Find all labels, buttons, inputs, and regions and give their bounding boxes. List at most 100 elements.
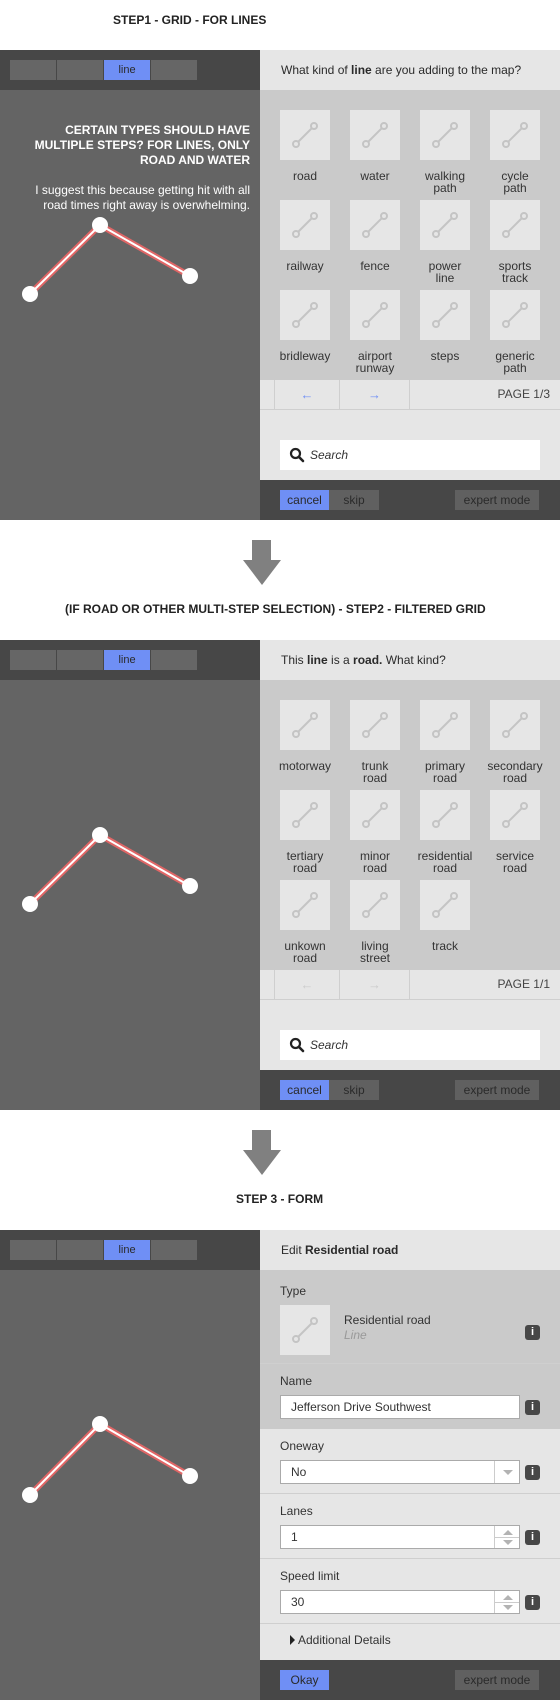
preset-item[interactable]: generic path xyxy=(480,290,550,374)
preset-tile[interactable] xyxy=(420,790,470,840)
mode-button-area[interactable] xyxy=(57,1240,103,1260)
decrement-icon[interactable] xyxy=(503,1605,513,1610)
mode-button-point[interactable] xyxy=(10,1240,56,1260)
additional-details-toggle[interactable]: Additional Details xyxy=(290,1633,391,1647)
preset-item[interactable]: airport runway xyxy=(340,290,410,374)
info-icon[interactable]: i xyxy=(525,1465,540,1480)
preset-tile[interactable] xyxy=(490,290,540,340)
preset-item[interactable]: residential road xyxy=(410,790,480,874)
type-preset-button[interactable] xyxy=(280,1305,330,1355)
search-box[interactable] xyxy=(280,1030,540,1060)
preset-tile[interactable] xyxy=(490,110,540,160)
preset-item[interactable]: service road xyxy=(480,790,550,874)
cancel-button[interactable]: cancel xyxy=(280,1080,329,1100)
next-page-button[interactable]: → xyxy=(339,380,410,409)
mode-button-line[interactable]: line xyxy=(104,60,150,80)
next-page-button[interactable]: → xyxy=(339,970,410,999)
map-area[interactable] xyxy=(0,1230,260,1700)
preset-tile[interactable] xyxy=(490,200,540,250)
preset-tile[interactable] xyxy=(420,880,470,930)
search-box[interactable] xyxy=(280,440,540,470)
expert-mode-button[interactable]: expert mode xyxy=(455,1670,539,1690)
skip-button[interactable]: skip xyxy=(329,1080,379,1100)
info-icon[interactable]: i xyxy=(525,1325,540,1340)
preset-tile[interactable] xyxy=(280,110,330,160)
preset-item[interactable]: walking path xyxy=(410,110,480,194)
preset-tile[interactable] xyxy=(280,290,330,340)
preset-tile[interactable] xyxy=(280,880,330,930)
mode-button-point[interactable] xyxy=(10,60,56,80)
preset-tile[interactable] xyxy=(350,790,400,840)
preset-item[interactable]: bridleway xyxy=(270,290,340,362)
preset-item[interactable]: railway xyxy=(270,200,340,272)
preset-item[interactable]: fence xyxy=(340,200,410,272)
decrement-icon[interactable] xyxy=(503,1540,513,1545)
preset-tile[interactable] xyxy=(350,290,400,340)
mode-button-area[interactable] xyxy=(57,60,103,80)
lanes-stepper[interactable]: 1 xyxy=(280,1525,520,1549)
preset-item[interactable]: motorway xyxy=(270,700,340,772)
expert-mode-button[interactable]: expert mode xyxy=(455,490,539,510)
mode-button-line[interactable]: line xyxy=(104,650,150,670)
preset-item[interactable]: living street xyxy=(340,880,410,964)
drawn-line[interactable] xyxy=(0,50,260,520)
preset-item[interactable]: sports track xyxy=(480,200,550,284)
sidebar-header: This line is a road. What kind? xyxy=(260,640,560,680)
preset-item[interactable]: steps xyxy=(410,290,480,362)
preset-tile[interactable] xyxy=(420,700,470,750)
search-input[interactable] xyxy=(310,440,530,470)
oneway-select[interactable]: No xyxy=(280,1460,520,1484)
search-input[interactable] xyxy=(310,1030,530,1060)
preset-item[interactable]: cycle path xyxy=(480,110,550,194)
preset-tile[interactable] xyxy=(280,790,330,840)
preset-tile[interactable] xyxy=(490,790,540,840)
dropdown-toggle[interactable] xyxy=(494,1461,519,1483)
preset-tile[interactable] xyxy=(350,110,400,160)
preset-tile[interactable] xyxy=(350,700,400,750)
name-input[interactable]: Jefferson Drive Southwest xyxy=(280,1395,520,1419)
preset-item[interactable]: road xyxy=(270,110,340,182)
drawn-line[interactable] xyxy=(0,1230,260,1700)
prev-page-button[interactable]: ← xyxy=(274,970,339,999)
preset-tile[interactable] xyxy=(350,200,400,250)
preset-tile[interactable] xyxy=(280,200,330,250)
info-icon[interactable]: i xyxy=(525,1595,540,1610)
mode-button-other[interactable] xyxy=(151,650,197,670)
preset-tile[interactable] xyxy=(350,880,400,930)
preset-tile[interactable] xyxy=(420,200,470,250)
preset-item[interactable]: water xyxy=(340,110,410,182)
speed-limit-stepper[interactable]: 30 xyxy=(280,1590,520,1614)
skip-button[interactable]: skip xyxy=(329,490,379,510)
okay-button[interactable]: Okay xyxy=(280,1670,329,1690)
cancel-button[interactable]: cancel xyxy=(280,490,329,510)
preset-item[interactable]: tertiary road xyxy=(270,790,340,874)
map-area[interactable]: CERTAIN TYPES SHOULD HAVE MULTIPLE STEPS… xyxy=(0,50,260,520)
preset-item[interactable]: unkown road xyxy=(270,880,340,964)
preset-tile[interactable] xyxy=(490,700,540,750)
mode-button-line[interactable]: line xyxy=(104,1240,150,1260)
mode-button-other[interactable] xyxy=(151,1240,197,1260)
increment-icon[interactable] xyxy=(503,1530,513,1535)
preset-item[interactable]: power line xyxy=(410,200,480,284)
map-area[interactable] xyxy=(0,640,260,1110)
info-icon[interactable]: i xyxy=(525,1400,540,1415)
stepper-controls[interactable] xyxy=(494,1526,519,1548)
mode-button-other[interactable] xyxy=(151,60,197,80)
mode-button-area[interactable] xyxy=(57,650,103,670)
increment-icon[interactable] xyxy=(503,1595,513,1600)
preset-item[interactable]: secondary road xyxy=(480,700,550,784)
stepper-controls[interactable] xyxy=(494,1591,519,1613)
preset-tile[interactable] xyxy=(420,290,470,340)
preset-item[interactable]: trunk road xyxy=(340,700,410,784)
preset-item[interactable]: track xyxy=(410,880,480,952)
mode-button-point[interactable] xyxy=(10,650,56,670)
preset-item[interactable]: minor road xyxy=(340,790,410,874)
prev-page-button[interactable]: ← xyxy=(274,380,339,409)
expert-mode-button[interactable]: expert mode xyxy=(455,1080,539,1100)
preset-tile[interactable] xyxy=(420,110,470,160)
drawn-line[interactable] xyxy=(0,640,260,1110)
preset-item[interactable]: primary road xyxy=(410,700,480,784)
info-icon[interactable]: i xyxy=(525,1530,540,1545)
lanes-section: Lanes 1 i xyxy=(260,1494,560,1559)
preset-tile[interactable] xyxy=(280,700,330,750)
